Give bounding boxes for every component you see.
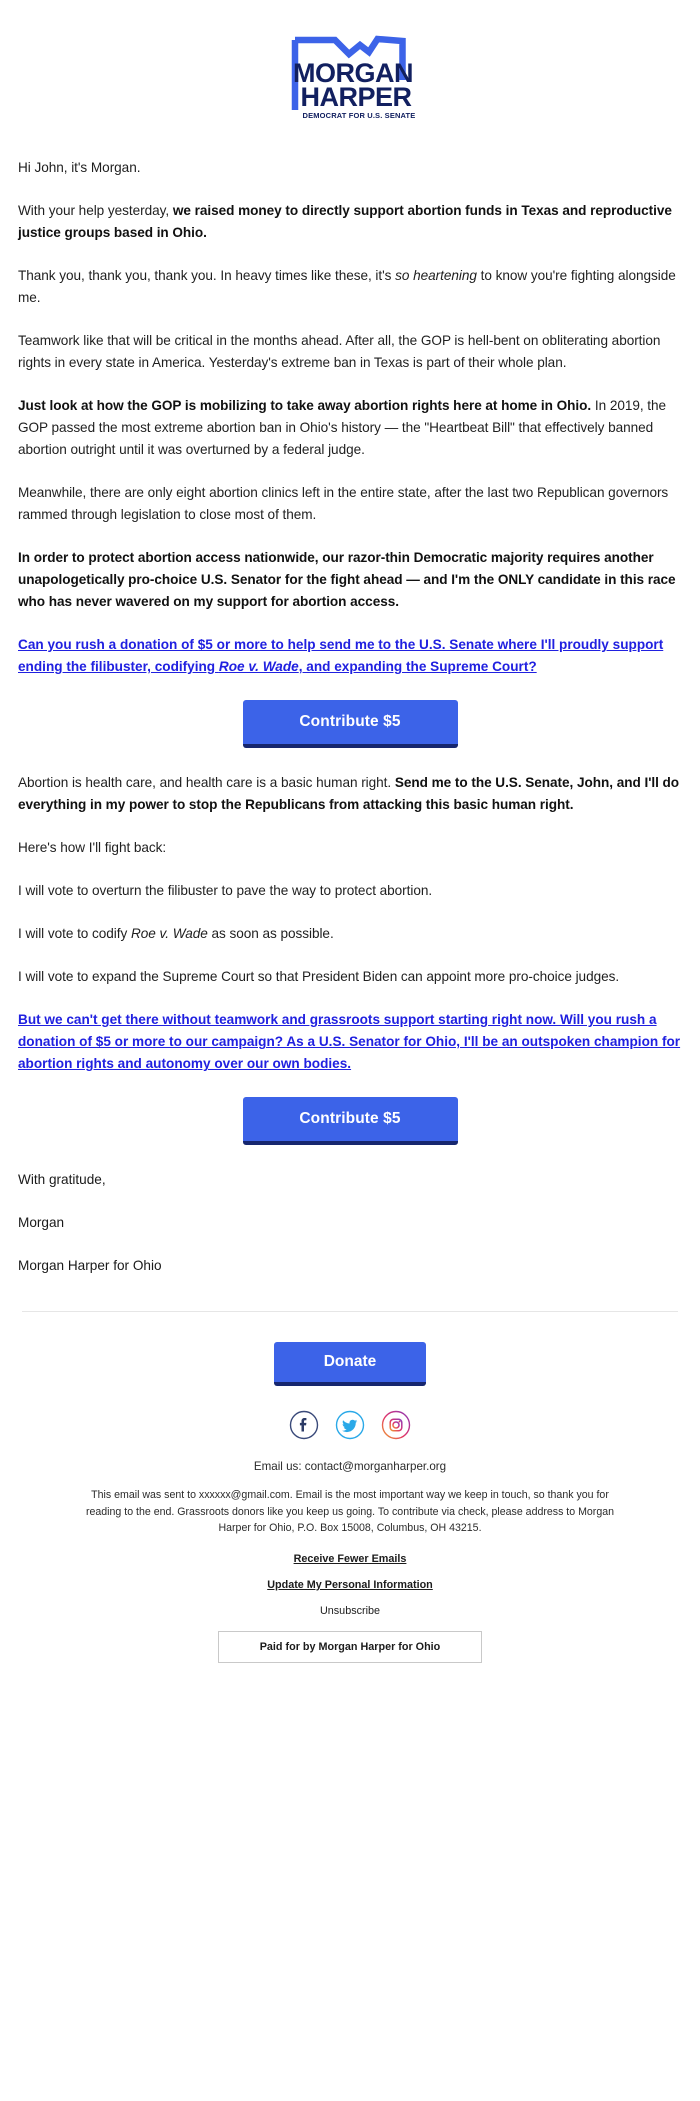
paragraph-7: Abortion is health care, and health care… xyxy=(18,772,682,816)
donate-button[interactable]: Donate xyxy=(274,1342,426,1387)
email-footer: Donate Email us: contact@morganharper.or… xyxy=(0,1342,700,1688)
paragraph-9: I will vote to overturn the filibuster t… xyxy=(18,880,682,902)
link1-italic: Roe v. Wade xyxy=(218,659,299,675)
p7-part-a: Abortion is health care, and health care… xyxy=(18,775,395,791)
p11-text: I will vote to expand the Supreme Court … xyxy=(18,969,620,985)
social-links-row xyxy=(18,1410,682,1440)
p2-part-a: Thank you, thank you, thank you. In heav… xyxy=(18,268,396,284)
unsubscribe-link[interactable]: Unsubscribe xyxy=(18,1605,682,1617)
sign-off: With gratitude, xyxy=(18,1172,106,1188)
update-personal-info-link[interactable]: Update My Personal Information xyxy=(18,1579,682,1591)
paragraph-5: Meanwhile, there are only eight abortion… xyxy=(18,482,682,526)
facebook-link[interactable] xyxy=(289,1410,319,1440)
instagram-icon xyxy=(381,1411,411,1440)
sign-org: Morgan Harper for Ohio xyxy=(18,1258,162,1274)
contribute-button-1[interactable]: Contribute $5 xyxy=(242,700,458,749)
donation-link-2[interactable]: But we can't get there without teamwork … xyxy=(18,1009,682,1075)
p5-text: Meanwhile, there are only eight abortion… xyxy=(18,485,669,523)
twitter-link[interactable] xyxy=(335,1410,365,1440)
p4-bold: Just look at how the GOP is mobilizing t… xyxy=(18,398,592,414)
p10-part-b: as soon as possible. xyxy=(207,926,334,942)
paragraph-8: Here's how I'll fight back: xyxy=(18,837,682,859)
twitter-icon xyxy=(335,1411,365,1440)
paragraph-10: I will vote to codify Roe v. Wade as soo… xyxy=(18,923,682,945)
contact-email-line: Email us: contact@morganharper.org xyxy=(253,1460,447,1474)
greeting-paragraph: Hi John, it's Morgan. xyxy=(18,157,682,179)
email-content: Hi John, it's Morgan. With your help yes… xyxy=(0,157,700,1277)
greeting-text: Hi John, it's Morgan. xyxy=(18,160,141,175)
paragraph-1: With your help yesterday, we raised mone… xyxy=(18,200,682,244)
facebook-icon xyxy=(289,1411,319,1440)
donate-row: Donate xyxy=(18,1342,682,1387)
link1-part-b: , and expanding the Supreme Court? xyxy=(298,659,537,675)
cta-row-1: Contribute $5 xyxy=(18,700,682,749)
logo-tagline: DEMOCRAT FOR U.S. SENATE xyxy=(303,111,416,120)
p10-part-a: I will vote to codify xyxy=(18,926,131,942)
paragraph-4: Just look at how the GOP is mobilizing t… xyxy=(18,395,682,461)
footer-divider xyxy=(22,1311,678,1313)
p2-italic: so heartening xyxy=(395,268,477,284)
campaign-logo-block: MORGAN HARPER DEMOCRAT FOR U.S. SENATE xyxy=(0,0,700,157)
paragraph-11: I will vote to expand the Supreme Court … xyxy=(18,966,682,988)
donation-link-1[interactable]: Can you rush a donation of $5 or more to… xyxy=(18,634,682,678)
p8-text: Here's how I'll fight back: xyxy=(18,840,167,856)
paid-for-row: Paid for by Morgan Harper for Ohio xyxy=(18,1630,682,1663)
p9-text: I will vote to overturn the filibuster t… xyxy=(18,883,433,899)
morgan-harper-logo-icon: MORGAN HARPER DEMOCRAT FOR U.S. SENATE xyxy=(291,35,416,120)
paragraph-2: Thank you, thank you, thank you. In heav… xyxy=(18,265,682,309)
sign-name: Morgan xyxy=(18,1215,65,1231)
campaign-logo: MORGAN HARPER DEMOCRAT FOR U.S. SENATE xyxy=(275,30,425,130)
logo-name-line2: HARPER xyxy=(300,82,411,112)
contribute-button-2[interactable]: Contribute $5 xyxy=(242,1097,458,1146)
paragraph-3: Teamwork like that will be critical in t… xyxy=(18,330,682,374)
signature-block: With gratitude, Morgan Morgan Harper for… xyxy=(18,1169,682,1277)
p10-italic: Roe v. Wade xyxy=(130,926,208,942)
instagram-link[interactable] xyxy=(381,1410,411,1440)
cta-row-2: Contribute $5 xyxy=(18,1097,682,1146)
p3-text: Teamwork like that will be critical in t… xyxy=(18,333,661,371)
p1-lead: With your help yesterday, xyxy=(18,203,173,219)
p6-bold: In order to protect abortion access nati… xyxy=(18,550,676,610)
paid-for-disclaimer: Paid for by Morgan Harper for Ohio xyxy=(218,1630,482,1663)
receive-fewer-emails-link[interactable]: Receive Fewer Emails xyxy=(18,1553,682,1565)
legal-fineprint: This email was sent to xxxxxx@gmail.com.… xyxy=(85,1489,615,1535)
email-body: MORGAN HARPER DEMOCRAT FOR U.S. SENATE H… xyxy=(0,0,700,1689)
paragraph-6: In order to protect abortion access nati… xyxy=(18,547,682,613)
